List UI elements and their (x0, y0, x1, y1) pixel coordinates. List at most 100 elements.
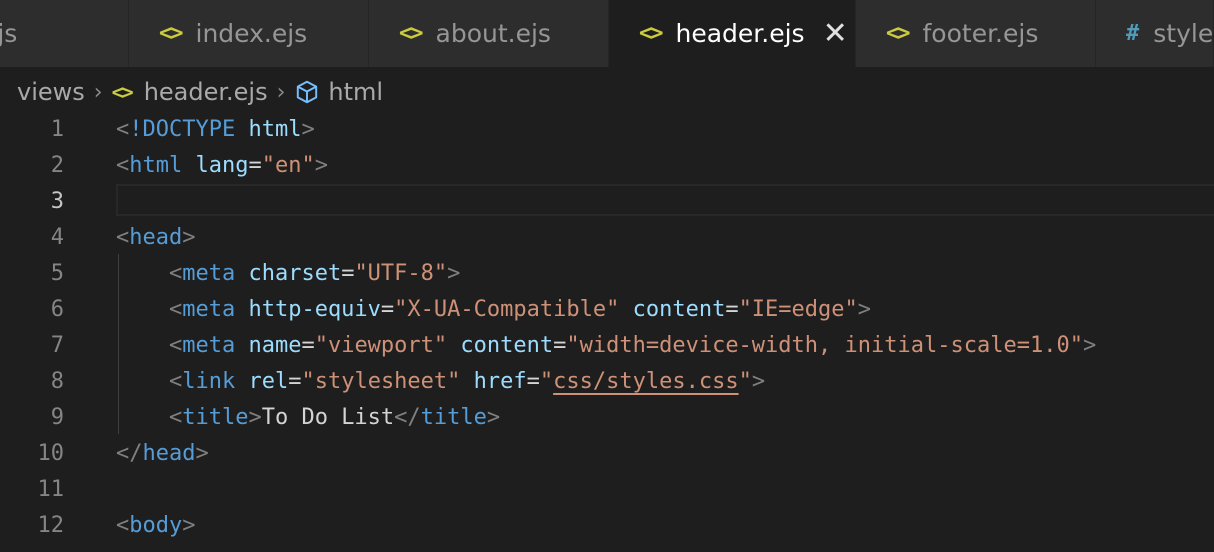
tab-about-ejs[interactable]: <> about.ejs (369, 0, 609, 67)
tab-label: e.js (0, 19, 18, 48)
code-token: = (725, 296, 739, 322)
code-token: > (857, 296, 872, 322)
code-line[interactable]: 3 (0, 183, 1214, 219)
code-token: > (182, 224, 196, 250)
code-line[interactable]: 9 <title>To Do List</title> (0, 399, 1214, 435)
code-brackets-icon: <> (639, 21, 663, 46)
code-token: !DOCTYPE (129, 116, 236, 142)
code-line[interactable]: 8 <link rel="stylesheet" href="css/style… (0, 363, 1214, 399)
code-token: charset (248, 260, 342, 286)
code-line[interactable]: 7 <meta name="viewport" content="width=d… (0, 327, 1214, 363)
code-token: meta (182, 260, 236, 286)
tab-styles-css[interactable]: # style (1096, 0, 1214, 67)
line-number: 6 (50, 296, 64, 322)
code-token: < (168, 296, 183, 322)
code-token: < (116, 224, 130, 250)
code-token: "UTF-8" (354, 260, 448, 286)
code-token: < (116, 116, 130, 142)
code-line[interactable]: 6 <meta http-equiv="X-UA-Compatible" con… (0, 291, 1214, 327)
code-text: <title>To Do List</title> (116, 405, 500, 430)
code-token: rel (248, 368, 289, 394)
code-token: head (129, 224, 183, 250)
close-icon[interactable]: ✕ (823, 16, 848, 51)
code-token: > (248, 404, 262, 430)
code-token: html (248, 116, 302, 142)
code-line[interactable]: 11 (0, 471, 1214, 507)
code-token: > (182, 512, 196, 538)
tab-index-ejs[interactable]: <> index.ejs (129, 0, 369, 67)
code-token: lang (195, 152, 249, 178)
code-line[interactable]: 5 <meta charset="UTF-8"> (0, 255, 1214, 291)
code-brackets-icon: <> (399, 21, 423, 46)
code-token: meta (182, 332, 236, 358)
code-token: = (248, 152, 262, 178)
code-token: > (314, 152, 328, 178)
cube-icon (297, 80, 318, 104)
line-number: 1 (50, 116, 64, 142)
tab-label: footer.ejs (922, 19, 1039, 48)
code-line[interactable]: 10 </head> (0, 435, 1214, 471)
code-token: = (553, 332, 567, 358)
breadcrumb-folder[interactable]: views (17, 78, 85, 106)
code-text: <meta http-equiv="X-UA-Compatible" conte… (116, 297, 871, 322)
code-text: <head> (116, 225, 195, 250)
code-token: < (168, 368, 183, 394)
tab-footer-ejs[interactable]: <> footer.ejs (856, 0, 1096, 67)
code-text: <!DOCTYPE html> (116, 117, 315, 142)
code-line[interactable]: 1 <!DOCTYPE html> (0, 111, 1214, 147)
code-token: = (380, 296, 395, 322)
code-token: "IE=edge" (738, 296, 858, 322)
chevron-right-icon: › (276, 79, 286, 105)
code-line[interactable]: 2 <html lang="en"> (0, 147, 1214, 183)
code-token: > (1082, 332, 1097, 358)
code-token: "stylesheet" (301, 368, 461, 394)
tab-e-js[interactable]: e.js (0, 0, 129, 67)
line-number: 4 (50, 224, 64, 250)
code-editor[interactable]: 1 <!DOCTYPE html> 2 <html lang="en"> 3 4 <head… (0, 110, 1214, 552)
code-token: > (751, 368, 766, 394)
code-text: <link rel="stylesheet" href="css/styles.… (116, 369, 765, 394)
code-token: > (195, 440, 209, 466)
code-token: </ (116, 440, 143, 466)
code-token: = (288, 368, 302, 394)
code-token: "X-UA-Compatible" (394, 296, 620, 322)
line-number: 7 (50, 332, 64, 358)
code-text: <meta charset="UTF-8"> (116, 261, 460, 286)
code-token: > (301, 116, 315, 142)
line-number: 9 (50, 404, 64, 430)
code-token: = (341, 260, 355, 286)
code-token: html (129, 152, 183, 178)
line-number: 11 (37, 476, 65, 502)
code-token: meta (182, 296, 236, 322)
code-token[interactable]: css/styles.css (553, 369, 738, 394)
code-token: link (182, 368, 236, 394)
tab-header-ejs[interactable]: <> header.ejs ✕ (609, 0, 856, 67)
code-token: "width=device-width, initial-scale=1.0" (566, 332, 1083, 358)
hash-icon: # (1126, 21, 1140, 46)
breadcrumb-symbol[interactable]: html (328, 78, 383, 106)
code-token: > (447, 260, 461, 286)
line-number: 5 (50, 260, 64, 286)
tab-label: style (1153, 19, 1214, 48)
code-line[interactable]: 4 <head> (0, 219, 1214, 255)
code-token: To Do List (261, 404, 395, 430)
code-line[interactable]: 12 <body> (0, 507, 1214, 543)
code-token: " (738, 368, 752, 394)
breadcrumb-file[interactable]: header.ejs (144, 78, 268, 106)
line-number: 12 (37, 512, 65, 538)
code-token: < (116, 152, 130, 178)
code-token: http-equiv (248, 296, 381, 322)
code-token: < (168, 332, 183, 358)
code-token: " (539, 368, 554, 394)
tab-label: index.ejs (195, 19, 308, 48)
line-number: 2 (50, 152, 64, 178)
code-token: content (460, 332, 554, 358)
